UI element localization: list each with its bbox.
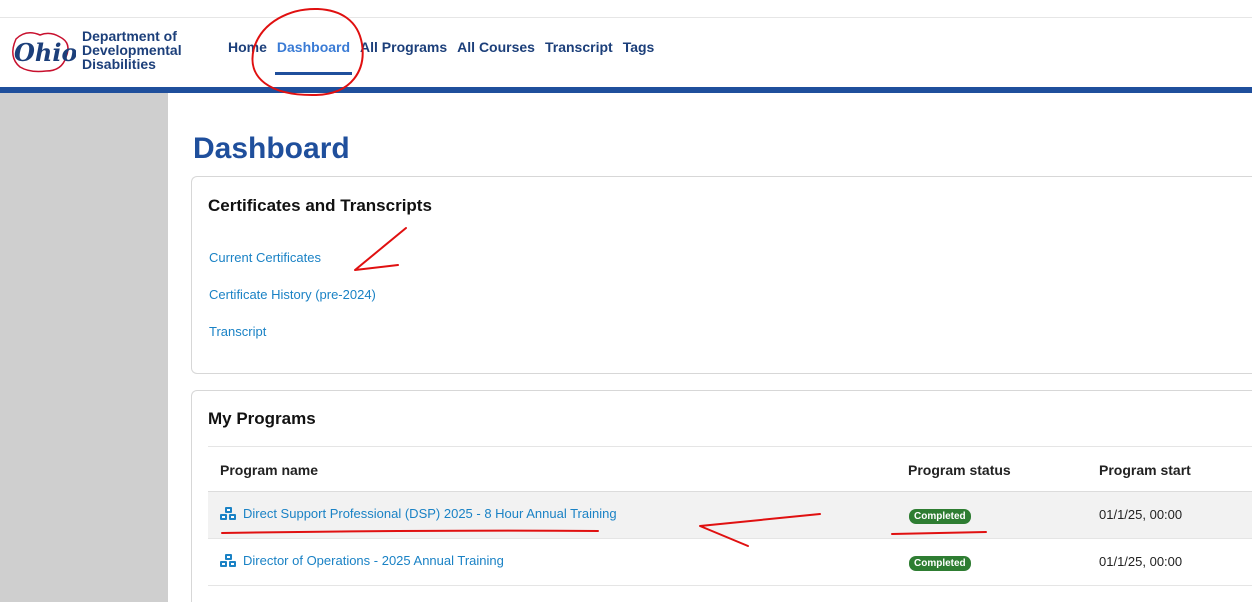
status-badge: Completed [909, 556, 971, 571]
cubes-icon [220, 553, 236, 567]
site-header: Ohio Department of Developmental Disabil… [0, 19, 1252, 87]
program-name: Director of Operations - 2025 Annual Tra… [243, 553, 504, 568]
nav-tags[interactable]: Tags [623, 39, 655, 55]
my-programs-heading: My Programs [208, 409, 316, 428]
table-header-row: Program name Program status Program star… [208, 446, 1252, 492]
current-certificates-link[interactable]: Current Certificates [209, 250, 321, 265]
transcript-link[interactable]: Transcript [209, 324, 266, 339]
svg-text:Ohio: Ohio [14, 38, 76, 67]
status-badge: Completed [909, 509, 971, 524]
program-link[interactable]: Direct Support Professional (DSP) 2025 -… [220, 506, 617, 521]
agency-line-2: Developmental [82, 42, 182, 58]
nav-home[interactable]: Home [228, 39, 267, 55]
agency-line-1: Department of [82, 28, 177, 44]
col-program-name[interactable]: Program name [220, 462, 318, 478]
agency-name[interactable]: Department of Developmental Disabilities [82, 29, 182, 71]
program-start-date: 01/1/25, 00:00 [1099, 507, 1183, 522]
table-row: Director of Operations - 2025 Annual Tra… [208, 539, 1252, 586]
programs-table: Program name Program status Program star… [208, 446, 1252, 586]
program-link[interactable]: Director of Operations - 2025 Annual Tra… [220, 553, 504, 568]
my-programs-card: My Programs Program name Program status … [191, 390, 1252, 602]
nav-transcript[interactable]: Transcript [545, 39, 613, 55]
page-title: Dashboard [193, 132, 350, 165]
nav-dashboard[interactable]: Dashboard [274, 39, 353, 75]
table-row: Direct Support Professional (DSP) 2025 -… [208, 492, 1252, 539]
program-start-date: 01/1/25, 00:00 [1099, 554, 1183, 569]
certificates-heading: Certificates and Transcripts [208, 196, 432, 215]
nav-all-programs[interactable]: All Programs [360, 39, 447, 55]
main-nav: Home Dashboard All Programs All Courses … [228, 39, 655, 75]
program-name: Direct Support Professional (DSP) 2025 -… [243, 506, 617, 521]
top-strip [0, 0, 1252, 18]
cubes-icon [220, 506, 236, 520]
nav-all-courses[interactable]: All Courses [457, 39, 535, 55]
certificate-history-link[interactable]: Certificate History (pre-2024) [209, 287, 376, 302]
ohio-logo[interactable]: Ohio [6, 27, 76, 77]
col-program-status[interactable]: Program status [908, 462, 1011, 478]
left-gutter [0, 93, 168, 602]
agency-line-3: Disabilities [82, 56, 156, 72]
certificates-card: Certificates and Transcripts Current Cer… [191, 176, 1252, 374]
col-program-start[interactable]: Program start [1099, 462, 1191, 478]
